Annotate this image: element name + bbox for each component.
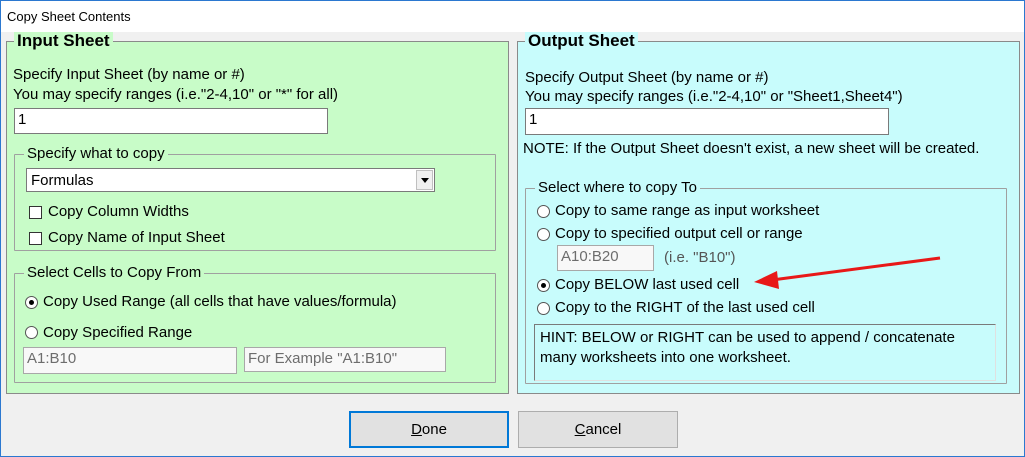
copy-column-widths-label[interactable]: Copy Column Widths — [48, 203, 189, 221]
specified-output-radio[interactable] — [537, 228, 550, 241]
chevron-down-icon[interactable] — [416, 170, 433, 190]
below-label[interactable]: Copy BELOW last used cell — [555, 276, 739, 294]
specified-output-label[interactable]: Copy to specified output cell or range — [555, 225, 803, 243]
below-radio[interactable] — [537, 279, 550, 292]
output-sheet-instructions-1: Specify Output Sheet (by name or #) — [525, 69, 769, 86]
cells-from-group: Select Cells to Copy From Copy Used Rang… — [14, 264, 496, 383]
title-bar: Copy Sheet Contents — [1, 1, 1024, 32]
copy-column-widths-checkbox[interactable] — [29, 206, 42, 219]
copy-name-checkbox[interactable] — [29, 232, 42, 245]
what-to-copy-dropdown[interactable]: Formulas — [26, 168, 435, 192]
input-sheet-field[interactable]: 1 — [14, 108, 328, 134]
cancel-mnemonic: C — [574, 421, 586, 438]
done-label-rest: one — [421, 421, 447, 438]
copy-to-legend: Select where to copy To — [535, 179, 700, 197]
right-label[interactable]: Copy to the RIGHT of the last used cell — [555, 299, 815, 317]
done-button[interactable]: Done — [349, 411, 509, 448]
cancel-label-rest: ancel — [585, 421, 622, 438]
output-sheet-legend: Output Sheet — [525, 32, 638, 50]
cells-from-legend: Select Cells to Copy From — [24, 264, 205, 282]
window-title: Copy Sheet Contents — [7, 9, 131, 24]
specified-range-field[interactable]: A1:B10 — [23, 347, 237, 374]
specified-range-radio[interactable] — [25, 326, 38, 339]
hint-box: HINT: BELOW or RIGHT can be used to appe… — [534, 324, 996, 381]
output-sheet-field[interactable]: 1 — [525, 108, 889, 135]
hint-text: HINT: BELOW or RIGHT can be used to appe… — [540, 329, 955, 366]
input-sheet-frame: Input Sheet Specify Input Sheet (by name… — [6, 32, 509, 394]
arrow-icon — [754, 256, 941, 289]
cancel-button[interactable]: Cancel — [518, 411, 678, 448]
used-range-radio[interactable] — [25, 296, 38, 309]
what-to-copy-selected: Formulas — [31, 172, 94, 189]
specified-output-hint: (i.e. "B10") — [664, 249, 736, 266]
same-range-radio[interactable] — [537, 205, 550, 218]
input-sheet-instructions-2: You may specify ranges (i.e."2-4,10" or … — [13, 86, 339, 103]
copy-name-label[interactable]: Copy Name of Input Sheet — [48, 229, 225, 247]
same-range-label[interactable]: Copy to same range as input worksheet — [555, 202, 819, 220]
input-sheet-legend: Input Sheet — [14, 32, 113, 50]
what-to-copy-legend: Specify what to copy — [24, 145, 168, 163]
used-range-label[interactable]: Copy Used Range (all cells that have val… — [43, 293, 397, 311]
what-to-copy-group: Specify what to copy Formulas Copy Colum… — [14, 145, 496, 251]
output-sheet-frame: Output Sheet Specify Output Sheet (by na… — [517, 32, 1020, 394]
output-sheet-instructions-2: You may specify ranges (i.e."2-4,10" or … — [525, 88, 903, 105]
specified-range-label[interactable]: Copy Specified Range — [43, 324, 192, 342]
copy-sheet-dialog: Copy Sheet Contents Input Sheet Specify … — [0, 0, 1025, 457]
done-mnemonic: D — [411, 421, 422, 438]
right-radio[interactable] — [537, 302, 550, 315]
input-sheet-instructions-1: Specify Input Sheet (by name or #) — [13, 66, 245, 83]
output-sheet-note: NOTE: If the Output Sheet doesn't exist,… — [523, 140, 980, 157]
range-example-field: For Example "A1:B10" — [244, 347, 446, 372]
specified-output-field[interactable]: A10:B20 — [557, 245, 654, 271]
